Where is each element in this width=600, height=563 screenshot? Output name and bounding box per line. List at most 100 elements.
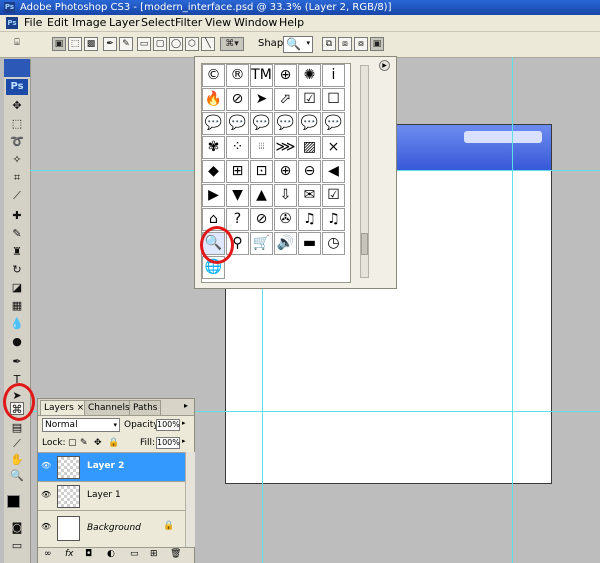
paths-icon[interactable]: ⬚ — [68, 37, 82, 51]
opacity-arrow-icon[interactable]: ▸ — [182, 419, 186, 427]
shape-cell[interactable]: ☐ — [322, 88, 345, 111]
eyedropper-icon[interactable]: ⟋ — [10, 437, 24, 450]
menu-layer[interactable]: Layer — [109, 16, 140, 30]
intersect-icon[interactable]: ⧇ — [354, 37, 368, 51]
menu-image[interactable]: Image — [72, 16, 106, 30]
shape-cell[interactable]: ⊞ — [226, 160, 249, 183]
tab-paths[interactable]: Paths — [129, 400, 162, 415]
tab-channels[interactable]: Channels — [84, 400, 134, 415]
rectangle-icon[interactable]: ▭ — [137, 37, 151, 51]
visibility-eye-icon[interactable]: 👁 — [41, 462, 51, 470]
shape-cell[interactable]: 💬 — [250, 112, 273, 135]
shape-cell[interactable]: ⋙ — [274, 136, 297, 159]
polygon-icon[interactable]: ⬡ — [185, 37, 199, 51]
combine-icon[interactable]: ⧉ — [322, 37, 336, 51]
crop-tool-icon[interactable]: ⌗ — [10, 171, 24, 184]
shape-cell[interactable]: ? — [226, 208, 249, 231]
menu-filter[interactable]: Filter — [175, 16, 202, 30]
shape-cell[interactable]: ♫ — [322, 208, 345, 231]
shape-cell[interactable]: ☑ — [298, 88, 321, 111]
shape-cell[interactable]: ▬ — [298, 232, 321, 255]
menu-help[interactable]: Help — [279, 16, 304, 30]
freeform-pen-icon[interactable]: ✎ — [119, 37, 133, 51]
adjustment-layer-icon[interactable]: ◐ — [107, 549, 115, 559]
lock-transparency-icon[interactable]: ▢ — [68, 438, 77, 448]
slice-tool-icon[interactable]: ⟋ — [10, 189, 24, 202]
layer-row-layer-2[interactable]: 👁 Layer 2 — [38, 452, 185, 481]
ellipse-icon[interactable]: ◯ — [169, 37, 183, 51]
eraser-tool-icon[interactable]: ◪ — [10, 281, 24, 294]
shape-cell[interactable]: i — [322, 64, 345, 87]
shape-cell[interactable]: ⇩ — [274, 184, 297, 207]
menu-view[interactable]: View — [205, 16, 231, 30]
panel-menu-icon[interactable]: ▸ — [184, 401, 188, 410]
shape-cell[interactable]: ➤ — [250, 88, 273, 111]
quick-mask-icon[interactable]: ◙ — [10, 521, 24, 534]
marquee-tool-icon[interactable]: ⬚ — [10, 117, 24, 130]
picker-scroll-thumb[interactable] — [361, 233, 368, 255]
fill-pixels-icon[interactable]: ▩ — [84, 37, 98, 51]
menu-window[interactable]: Window — [234, 16, 277, 30]
shape-cell[interactable]: ☑ — [322, 184, 345, 207]
healing-brush-icon[interactable]: ✚ — [10, 209, 24, 222]
rounded-rectangle-icon[interactable]: ▢ — [153, 37, 167, 51]
hand-tool-icon[interactable]: ✋ — [10, 453, 24, 466]
layer-row-background[interactable]: 👁 Background 🔒 — [38, 510, 185, 547]
notes-tool-icon[interactable]: ▤ — [10, 421, 24, 434]
shape-cell[interactable]: 💬 — [322, 112, 345, 135]
layer-mask-icon[interactable]: ◘ — [85, 549, 92, 559]
shape-cell[interactable]: 💬 — [274, 112, 297, 135]
move-tool-icon[interactable]: ✥ — [10, 99, 24, 112]
shape-cell[interactable]: ▨ — [298, 136, 321, 159]
shape-cell[interactable]: ⨯ — [322, 136, 345, 159]
link-layers-icon[interactable]: ∞ — [44, 549, 52, 559]
clone-stamp-icon[interactable]: ♜ — [10, 245, 24, 258]
dodge-tool-icon[interactable]: ● — [10, 335, 24, 348]
shape-cell[interactable]: ✇ — [274, 208, 297, 231]
subtract-icon[interactable]: ⧈ — [338, 37, 352, 51]
blur-tool-icon[interactable]: 💧 — [10, 317, 24, 330]
zoom-tool-icon[interactable]: 🔍 — [10, 469, 24, 482]
fill-field[interactable]: 100% — [156, 437, 180, 449]
shape-cell[interactable]: ✺ — [298, 64, 321, 87]
shape-cell[interactable]: ⊕ — [274, 160, 297, 183]
opacity-field[interactable]: 100% — [156, 419, 180, 431]
shape-cell[interactable]: ◆ — [202, 160, 225, 183]
shape-cell[interactable]: 💬 — [298, 112, 321, 135]
tab-layers[interactable]: Layers × — [40, 400, 89, 415]
shape-picker[interactable]: 🔍 ▾ — [283, 36, 313, 53]
shape-cell[interactable]: ▼ — [226, 184, 249, 207]
brush-tool-icon[interactable]: ✎ — [10, 227, 24, 240]
menu-select[interactable]: Select — [141, 16, 175, 30]
shape-layers-icon[interactable]: ▣ — [52, 37, 66, 51]
layer-row-layer-1[interactable]: 👁 Layer 1 — [38, 481, 185, 510]
lasso-tool-icon[interactable]: ➰ — [10, 135, 24, 148]
visibility-eye-icon[interactable]: 👁 — [41, 491, 51, 499]
shape-cell[interactable]: 💬 — [226, 112, 249, 135]
picker-menu-icon[interactable]: ▶ — [379, 60, 390, 71]
toolbox-grip[interactable] — [4, 59, 30, 77]
shape-cell[interactable]: ⊘ — [226, 88, 249, 111]
new-layer-icon[interactable]: ⊞ — [150, 549, 158, 559]
shape-cell[interactable]: ⊕ — [274, 64, 297, 87]
shape-cell[interactable]: 💬 — [202, 112, 225, 135]
lock-position-icon[interactable]: ✥ — [94, 438, 102, 448]
pen-icon[interactable]: ✒ — [103, 37, 117, 51]
shape-cell[interactable]: TM — [250, 64, 273, 87]
menu-file[interactable]: File — [24, 16, 42, 30]
shape-cell[interactable]: ◀ — [322, 160, 345, 183]
shape-cell[interactable]: 🛒 — [250, 232, 273, 255]
shape-cell[interactable]: ▲ — [250, 184, 273, 207]
shape-cell[interactable]: ⊖ — [298, 160, 321, 183]
line-icon[interactable]: ╲ — [201, 37, 215, 51]
shape-cell[interactable]: ▶ — [202, 184, 225, 207]
delete-layer-icon[interactable]: 🗑 — [170, 549, 181, 559]
custom-shape-icon[interactable]: ⌘▾ — [220, 37, 244, 51]
layer-style-icon[interactable]: fx — [65, 549, 74, 559]
magic-wand-icon[interactable]: ✧ — [10, 153, 24, 166]
layers-scrollbar[interactable] — [185, 452, 195, 547]
tool-preset-icon[interactable]: ⌸ — [10, 37, 24, 51]
menu-edit[interactable]: Edit — [47, 16, 68, 30]
shape-cell[interactable]: ◷ — [322, 232, 345, 255]
shape-cell[interactable]: ✉ — [298, 184, 321, 207]
